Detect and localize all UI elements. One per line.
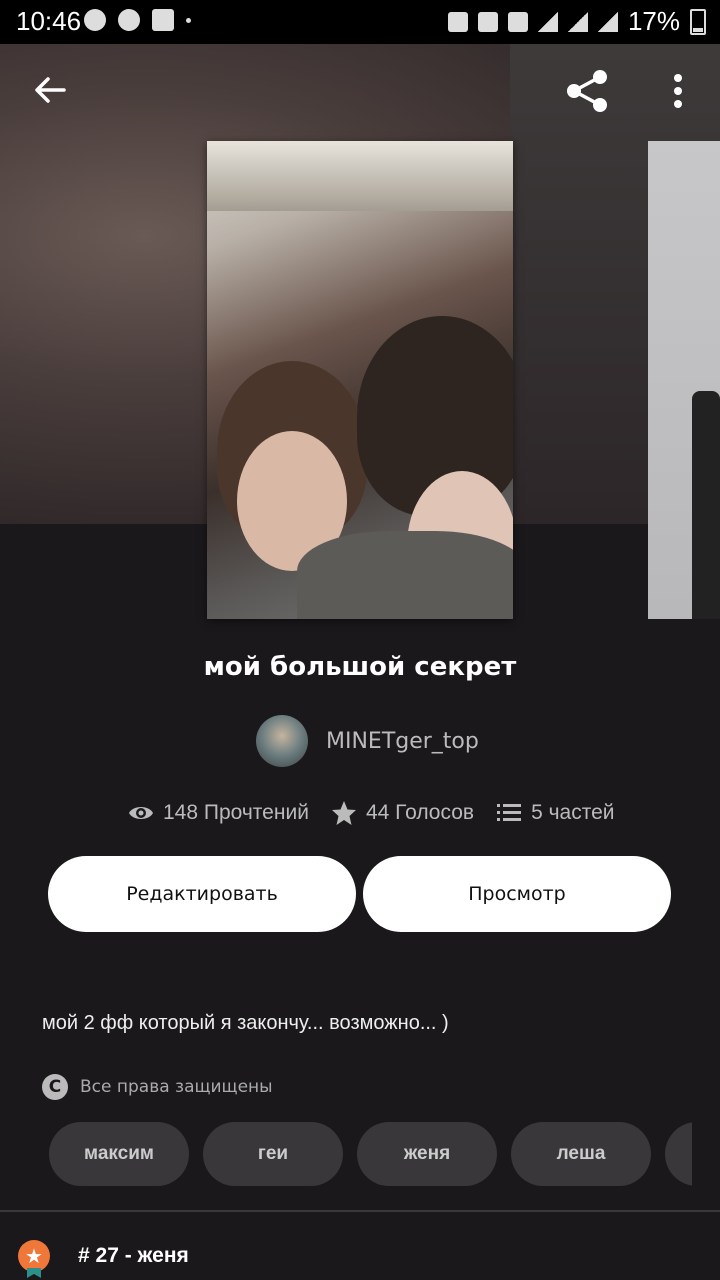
signal-icon-1 (567, 11, 588, 32)
votes-stat: 44 Голосов (331, 800, 474, 826)
share-icon (567, 70, 607, 112)
bluetooth-icon (477, 11, 498, 32)
tags-list[interactable]: максим геи женя леша (49, 1122, 692, 1186)
votes-count: 44 Голосов (365, 801, 475, 824)
battery-icon (690, 8, 706, 35)
author-link[interactable]: MINETger_top (256, 715, 479, 767)
status-bar: 10:46 17% (0, 0, 720, 44)
story-title: мой большой секрет (203, 652, 517, 682)
tag-chip[interactable]: максим (49, 1122, 189, 1186)
cover-ceiling (207, 141, 513, 211)
ranking-row[interactable]: ★ # 27 - женя (18, 1240, 189, 1272)
rank-text: # 27 - женя (78, 1244, 189, 1267)
next-story-cover-image[interactable] (648, 141, 720, 619)
parts-stat: 5 частей (496, 800, 615, 826)
reads-count: 148 Прочтений (163, 801, 309, 824)
next-cover-figure (692, 391, 720, 619)
folder-notification-icon (152, 9, 174, 31)
author-avatar (256, 715, 308, 767)
story-description: мой 2 фф который я закончу... возможно..… (42, 1012, 449, 1034)
arrow-left-icon (35, 77, 66, 103)
story-stats: 148 Прочтений 44 Голосов 5 частей (128, 800, 637, 826)
signal-icon-2 (597, 11, 618, 32)
back-button[interactable] (30, 70, 70, 110)
tag-chip[interactable]: леша (511, 1122, 651, 1186)
mute-icon (507, 11, 528, 32)
rank-badge-icon: ★ (18, 1240, 50, 1272)
alarm-icon (447, 11, 468, 32)
wifi-icon (537, 11, 558, 32)
parts-count: 5 частей (531, 801, 615, 824)
reads-stat: 148 Прочтений (128, 800, 309, 826)
copyright-row: C Все права защищены (42, 1074, 273, 1100)
star-icon (331, 801, 356, 825)
vk-notification-icon (84, 9, 106, 31)
share-button[interactable] (564, 68, 610, 114)
view-button[interactable]: Просмотр (363, 856, 671, 932)
tag-chip-partial[interactable] (665, 1122, 692, 1186)
list-icon (497, 804, 522, 821)
eye-icon (129, 807, 153, 819)
cover-figure-hoodie (297, 531, 513, 619)
author-name: MINETger_top (326, 728, 479, 754)
tag-chip[interactable]: геи (203, 1122, 343, 1186)
divider (0, 1210, 720, 1212)
status-right-icons: 17% (447, 6, 706, 37)
more-notifications-dot-icon (186, 17, 191, 23)
tag-chip[interactable]: женя (357, 1122, 497, 1186)
battery-percent: 17% (627, 6, 680, 36)
status-time: 10:46 (16, 6, 82, 36)
status-left-icons (84, 9, 191, 31)
story-cover-image[interactable] (207, 141, 513, 619)
edit-button[interactable]: Редактировать (48, 856, 356, 932)
more-vertical-icon (674, 74, 682, 108)
more-options-button[interactable] (666, 72, 690, 110)
shield-notification-icon (118, 9, 140, 31)
copyright-text: Все права защищены (80, 1077, 273, 1097)
copyright-icon: C (42, 1074, 68, 1100)
